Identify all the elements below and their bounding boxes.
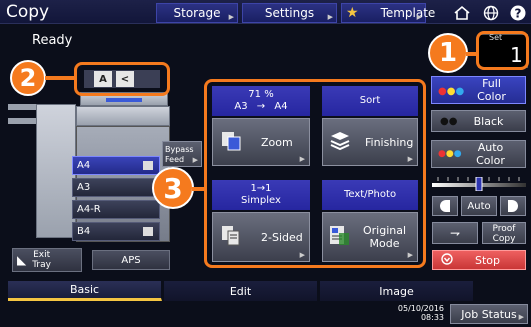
interrupt-icon: ⇁ — [449, 226, 461, 240]
template-button[interactable]: ★ Template ▶ — [341, 3, 435, 23]
exit-tray-label-2: Tray — [32, 260, 51, 270]
callout-3-badge: 3 — [152, 167, 194, 209]
full-color-label-1: Full — [482, 77, 501, 90]
paper-icon — [143, 161, 153, 170]
callout-3-connector — [192, 187, 206, 191]
density-slider[interactable] — [432, 176, 526, 192]
help-icon[interactable]: ? — [508, 3, 528, 23]
tray-b4-button[interactable]: B4 — [72, 222, 160, 241]
callout-1-connector — [466, 52, 478, 56]
half-circle-light-icon — [440, 200, 450, 212]
bypass-label-1: Bypass — [165, 145, 194, 154]
stop-button[interactable]: Stop — [432, 250, 526, 270]
storage-button[interactable]: Storage ▶ — [156, 3, 238, 23]
tab-image-label: Image — [379, 284, 414, 298]
proof-copy-label-1: Proof — [492, 224, 516, 234]
settings-button[interactable]: Settings ▶ — [242, 3, 337, 23]
interrupt-button[interactable]: ⇁ — [432, 222, 478, 244]
star-icon: ★ — [346, 5, 359, 21]
scanner-light — [106, 98, 142, 102]
tray-a4-button[interactable]: A4 — [72, 156, 160, 175]
callout-2-connector — [45, 76, 75, 80]
callout-2-badge: 2 — [10, 60, 46, 96]
finisher-unit — [36, 104, 76, 238]
globe-icon[interactable] — [480, 3, 502, 23]
paper-icon — [143, 227, 153, 236]
finisher-tray-mid — [8, 118, 38, 124]
home-icon[interactable] — [451, 3, 473, 23]
tray-label: A4-R — [77, 204, 101, 215]
finisher-tray-top — [8, 104, 38, 110]
black-label: Black — [473, 114, 504, 128]
auto-color-label-1: Auto — [477, 141, 504, 154]
stop-icon — [441, 252, 453, 268]
footer-date: 05/10/2016 — [397, 304, 444, 313]
chevron-right-icon: ▶ — [416, 13, 422, 21]
chevron-right-icon: ▶ — [228, 13, 234, 21]
density-darker-button[interactable] — [500, 196, 526, 216]
tray-a4r-button[interactable]: A4-R — [72, 200, 160, 219]
auto-color-dots-icon: ●●● — [438, 149, 462, 159]
footer-datetime: 05/10/2016 08:33 — [390, 304, 444, 322]
callout-1-badge: 1 — [428, 33, 468, 73]
color-dots-icon: ●●● — [438, 86, 465, 97]
tray-label: A3 — [77, 182, 91, 193]
aps-label: APS — [121, 254, 141, 266]
density-auto-button[interactable]: Auto — [461, 196, 497, 216]
status-text: Ready — [32, 33, 73, 48]
callout-2-frame — [74, 62, 170, 96]
callout-1-frame — [476, 31, 529, 70]
tab-basic[interactable]: Basic — [8, 281, 162, 301]
chevron-right-icon: ▶ — [518, 313, 524, 321]
tab-edit-label: Edit — [229, 284, 252, 298]
job-status-label: Job Status — [461, 307, 517, 321]
full-color-label-2: Color — [477, 90, 506, 103]
chevron-right-icon: ▶ — [327, 13, 333, 21]
auto-color-button[interactable]: ●●● Auto Color — [431, 140, 526, 168]
black-dots-icon: ●● — [440, 116, 458, 127]
density-auto-label: Auto — [467, 200, 491, 212]
tray-label: A4 — [77, 160, 91, 171]
storage-label: Storage — [173, 6, 221, 20]
proof-copy-button[interactable]: Proof Copy — [482, 222, 526, 244]
tab-image[interactable]: Image — [320, 281, 474, 301]
full-color-button[interactable]: ●●● Full Color — [431, 76, 526, 104]
tray-a3-button[interactable]: A3 — [72, 178, 160, 197]
job-status-button[interactable]: Job Status ▶ — [450, 304, 528, 324]
exit-tray-label-1: Exit — [33, 250, 51, 260]
density-lighter-button[interactable] — [432, 196, 458, 216]
footer-time: 08:33 — [420, 313, 444, 322]
tray-label: B4 — [77, 226, 91, 237]
exit-tray-button[interactable]: ◣ Exit Tray — [12, 248, 82, 272]
black-button[interactable]: ●● Black — [431, 110, 526, 132]
settings-label: Settings — [264, 6, 315, 20]
aps-button[interactable]: APS — [92, 250, 170, 270]
printer-body — [76, 106, 170, 126]
svg-text:?: ? — [515, 7, 522, 21]
half-circle-dark-icon — [508, 200, 518, 212]
stop-label: Stop — [475, 253, 501, 267]
template-label: Template — [380, 6, 436, 20]
exit-tray-icon: ◣ — [17, 253, 27, 267]
bypass-feed-button[interactable]: Bypass Feed ▶ — [162, 141, 202, 167]
auto-color-label-2: Color — [476, 154, 505, 167]
chevron-right-icon: ▶ — [192, 156, 198, 164]
tab-basic-label: Basic — [69, 283, 100, 296]
density-slider-thumb[interactable] — [475, 176, 483, 192]
callout-3-frame — [204, 79, 426, 268]
proof-copy-label-2: Copy — [492, 234, 516, 244]
app-title: Copy — [6, 2, 50, 22]
tab-edit[interactable]: Edit — [164, 281, 318, 301]
